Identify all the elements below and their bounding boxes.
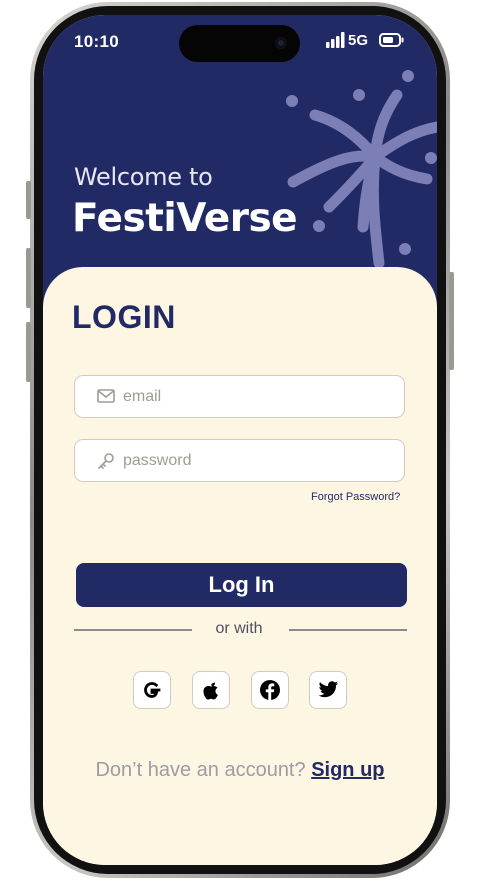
action-button: [26, 181, 31, 219]
mail-icon: [97, 389, 115, 403]
apple-login-button[interactable]: [192, 671, 230, 709]
google-login-button[interactable]: [133, 671, 171, 709]
status-bar: 10:10 5G: [43, 15, 437, 69]
fireworks-icon: [286, 70, 437, 267]
password-placeholder: password: [123, 452, 192, 469]
email-field[interactable]: email: [74, 375, 405, 418]
signup-row: Don’t have an account? Sign up: [43, 759, 437, 782]
divider-left: [74, 629, 192, 631]
power-button: [449, 272, 454, 370]
welcome-text: Welcome to: [74, 163, 213, 191]
google-icon: [144, 682, 161, 698]
apple-icon: [203, 682, 218, 700]
forgot-password-link[interactable]: Forgot Password?: [311, 491, 400, 503]
twitter-icon: [318, 681, 339, 698]
password-field[interactable]: password: [74, 439, 405, 482]
email-placeholder: email: [123, 388, 162, 405]
login-heading: LOGIN: [72, 299, 176, 335]
twitter-login-button[interactable]: [309, 671, 347, 709]
status-time: 10:10: [74, 32, 119, 51]
signup-link[interactable]: Sign up: [311, 759, 384, 781]
app-screen: Welcome to FestiVerse 10:10 5G LOGIN ema…: [43, 15, 437, 865]
divider-text: or with: [215, 620, 263, 637]
facebook-icon: [260, 680, 280, 700]
network-type: 5G: [348, 32, 369, 49]
volume-up-button: [26, 248, 31, 308]
front-camera-icon: [275, 37, 287, 49]
battery-icon: [379, 33, 404, 47]
facebook-login-button[interactable]: [251, 671, 289, 709]
dynamic-island: [179, 25, 300, 62]
login-button[interactable]: Log In: [76, 563, 407, 607]
signal-icon: [326, 32, 345, 48]
volume-down-button: [26, 322, 31, 382]
app-brand-title: FestiVerse: [72, 196, 298, 241]
divider-right: [289, 629, 407, 631]
signup-prompt: Don’t have an account?: [95, 759, 306, 781]
key-icon: [98, 453, 114, 469]
